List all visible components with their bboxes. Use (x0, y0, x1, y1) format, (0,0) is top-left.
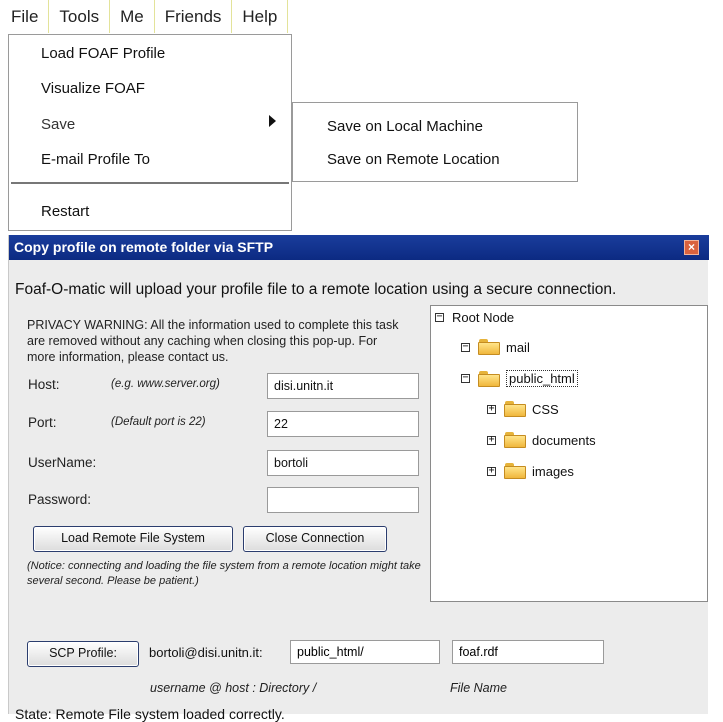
status-text: State: Remote File system loaded correct… (15, 706, 285, 722)
directory-input[interactable] (290, 640, 440, 664)
menu-me[interactable]: Me (110, 0, 155, 33)
sftp-dialog: Copy profile on remote folder via SFTP ×… (8, 235, 709, 722)
file-dropdown-menu: Load FOAF Profile Visualize FOAF Save E-… (8, 34, 292, 231)
dialog-titlebar[interactable]: Copy profile on remote folder via SFTP × (9, 235, 709, 260)
folder-icon (504, 432, 526, 448)
menu-help[interactable]: Help (232, 0, 289, 33)
username-input[interactable] (267, 450, 419, 476)
host-hint: (e.g. www.server.org) (111, 378, 220, 390)
collapse-icon[interactable]: − (461, 341, 470, 352)
tree-node-label: Root Node (452, 310, 515, 325)
menu-item-load-foaf[interactable]: Load FOAF Profile (41, 45, 165, 62)
remote-file-tree[interactable]: − Root Node − mail − public_html + CSS +… (430, 305, 708, 602)
filename-input[interactable] (452, 640, 604, 664)
save-submenu: Save on Local Machine Save on Remote Loc… (292, 102, 578, 182)
menu-item-visualize-foaf[interactable]: Visualize FOAF (41, 80, 145, 97)
port-label: Port: (28, 415, 57, 430)
password-input[interactable] (267, 487, 419, 513)
collapse-icon[interactable]: − (461, 373, 470, 383)
tree-node-root[interactable]: − Root Node (435, 310, 514, 325)
port-hint: (Default port is 22) (111, 416, 206, 428)
scp-profile-button[interactable]: SCP Profile: (27, 641, 139, 667)
menu-item-restart[interactable]: Restart (41, 203, 89, 220)
folder-icon (478, 370, 500, 387)
folder-icon (504, 401, 526, 417)
scp-user-host: bortoli@disi.unitn.it: (149, 645, 263, 660)
tree-node-label: images (532, 463, 574, 479)
folder-icon (504, 463, 526, 479)
menu-friends[interactable]: Friends (155, 0, 233, 33)
folder-icon (478, 339, 500, 355)
tree-node-documents[interactable]: + documents (487, 432, 596, 448)
connection-notice: (Notice: connecting and loading the file… (27, 560, 421, 587)
tree-node-label: public_html (506, 370, 578, 387)
dialog-title: Copy profile on remote folder via SFTP (14, 239, 274, 255)
password-label: Password: (28, 492, 92, 507)
tree-node-css[interactable]: + CSS (487, 401, 559, 417)
username-label: UserName: (28, 455, 97, 470)
close-icon[interactable]: × (684, 240, 699, 255)
tree-node-images[interactable]: + images (487, 463, 574, 479)
menu-item-save[interactable]: Save (41, 116, 75, 133)
menu-item-save-remote[interactable]: Save on Remote Location (327, 151, 500, 168)
submenu-arrow-icon (269, 115, 276, 127)
menu-file[interactable]: File (0, 0, 50, 33)
expand-icon[interactable]: + (487, 403, 496, 414)
tree-node-mail[interactable]: − mail (461, 339, 530, 355)
tree-node-label: documents (532, 432, 596, 448)
intro-text: Foaf-O-matic will upload your profile fi… (15, 281, 617, 298)
menu-item-save-local[interactable]: Save on Local Machine (327, 118, 483, 135)
port-input[interactable] (267, 411, 419, 437)
expand-icon[interactable]: + (487, 434, 496, 445)
tree-node-label: CSS (532, 401, 559, 417)
privacy-warning: PRIVACY WARNING: All the information use… (27, 318, 399, 364)
menu-item-email-profile[interactable]: E-mail Profile To (41, 151, 150, 168)
expand-icon[interactable]: + (487, 465, 496, 476)
filename-caption: File Name (450, 681, 507, 695)
tree-node-public-html[interactable]: − public_html (461, 370, 578, 387)
menu-separator (11, 182, 289, 184)
close-connection-button[interactable]: Close Connection (243, 526, 387, 552)
path-caption: username @ host : Directory / (150, 681, 317, 695)
menu-tools[interactable]: Tools (49, 0, 111, 33)
host-input[interactable] (267, 373, 419, 399)
tree-node-label: mail (506, 339, 530, 355)
collapse-icon[interactable]: − (435, 312, 444, 322)
load-remote-fs-button[interactable]: Load Remote File System (33, 526, 233, 552)
menu-bar: File Tools Me Friends Help (0, 0, 289, 33)
host-label: Host: (28, 377, 60, 392)
